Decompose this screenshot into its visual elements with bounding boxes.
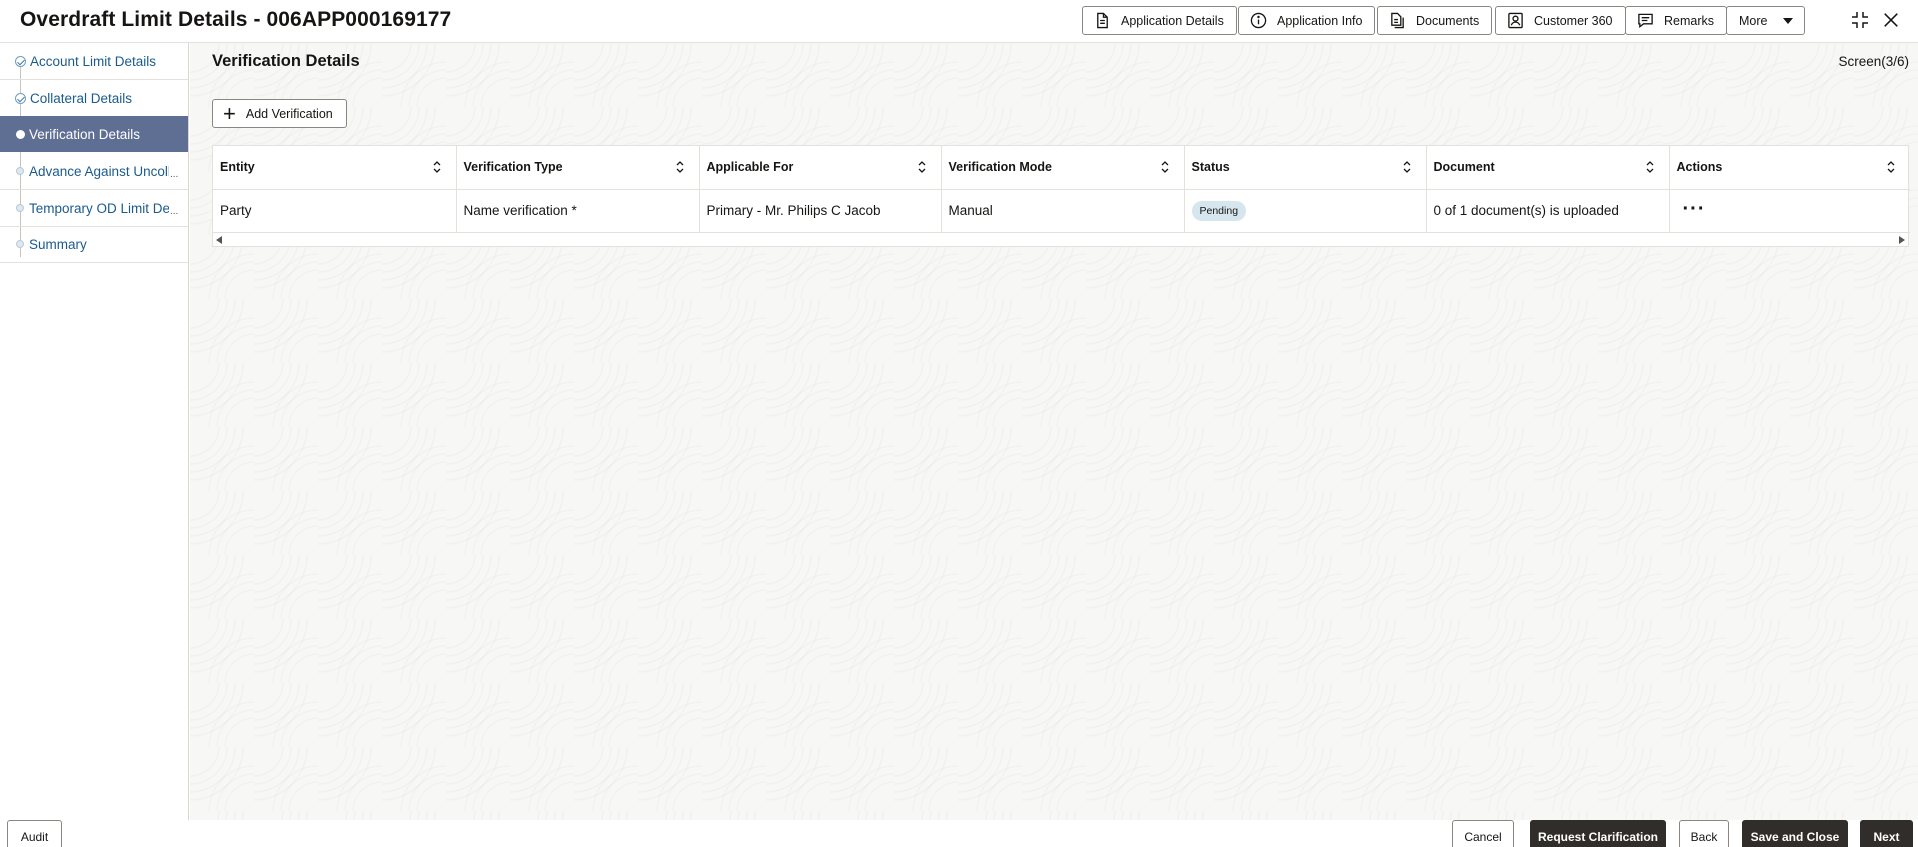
- more-dropdown[interactable]: More: [1726, 6, 1805, 35]
- sort-icon[interactable]: [1402, 160, 1412, 174]
- verification-table: Entity Verification Type Applicable For …: [212, 145, 1910, 247]
- page-header: Overdraft Limit Details - 006APP00016917…: [0, 0, 1918, 43]
- sidebar-item-summary[interactable]: Summary: [0, 226, 188, 262]
- sidebar-item-temporary-od-limit[interactable]: Temporary OD Limit De ...: [0, 190, 188, 226]
- back-button[interactable]: Back: [1679, 820, 1729, 847]
- column-header-verification-mode[interactable]: Verification Mode: [941, 146, 1185, 190]
- info-icon: [1249, 12, 1267, 30]
- sidebar-item-label: Advance Against Uncoll: [29, 163, 169, 179]
- sidebar-item-label: Summary: [29, 236, 87, 252]
- sort-icon[interactable]: [1645, 160, 1655, 174]
- scroll-right-icon[interactable]: [1899, 235, 1905, 244]
- column-header-entity[interactable]: Entity: [213, 146, 457, 190]
- sidebar-item-label: Temporary OD Limit De: [29, 200, 169, 216]
- column-header-actions[interactable]: Actions: [1669, 146, 1910, 190]
- main-content: Verification Details Screen(3/6) + Add V…: [190, 43, 1918, 820]
- horizontal-scrollbar[interactable]: [213, 232, 1908, 246]
- divider: [0, 262, 188, 263]
- page-title: Overdraft Limit Details - 006APP00016917…: [20, 8, 452, 31]
- sort-icon[interactable]: [1160, 160, 1170, 174]
- save-and-close-button[interactable]: Save and Close: [1742, 820, 1848, 847]
- application-details-button[interactable]: Application Details: [1082, 6, 1237, 35]
- documents-button[interactable]: Documents: [1377, 6, 1493, 35]
- truncation-ellipsis: ...: [170, 206, 179, 217]
- sort-icon[interactable]: [675, 160, 685, 174]
- sidebar-item-account-limit-details[interactable]: Account Limit Details: [0, 43, 188, 79]
- page-footer: Audit Cancel Request Clarification Back …: [0, 820, 1918, 847]
- sort-icon[interactable]: [917, 160, 927, 174]
- pending-step-icon: [16, 167, 24, 175]
- next-button[interactable]: Next: [1860, 820, 1913, 847]
- status-badge: Pending: [1191, 200, 1247, 221]
- sidebar-item-advance-against-uncollected[interactable]: Advance Against Uncoll ...: [0, 153, 188, 189]
- documents-icon: [1388, 12, 1406, 30]
- customer-360-label: Customer 360: [1534, 13, 1613, 28]
- sidebar-item-label: Collateral Details: [30, 90, 133, 106]
- caret-down-icon: [1783, 17, 1794, 24]
- truncation-ellipsis: ...: [170, 169, 179, 180]
- customer-360-button[interactable]: Customer 360: [1495, 6, 1626, 35]
- cell-actions: ···: [1669, 189, 1910, 233]
- table-row[interactable]: Party Name verification * Primary - Mr. …: [213, 189, 1910, 233]
- document-icon: [1093, 12, 1111, 30]
- plus-icon: +: [223, 100, 236, 126]
- current-step-icon: [16, 129, 25, 139]
- sidebar-item-verification-details[interactable]: Verification Details: [0, 116, 188, 152]
- column-header-status[interactable]: Status: [1184, 146, 1427, 190]
- pending-step-icon: [16, 240, 24, 248]
- column-header-document[interactable]: Document: [1426, 146, 1670, 190]
- application-info-button[interactable]: Application Info: [1238, 6, 1376, 35]
- cell-verification-type: Name verification *: [456, 189, 700, 233]
- sort-icon[interactable]: [432, 160, 442, 174]
- cancel-button[interactable]: Cancel: [1452, 820, 1514, 847]
- sidebar-item-collateral-details[interactable]: Collateral Details: [0, 80, 188, 116]
- pending-step-icon: [16, 204, 24, 212]
- sidebar-item-label: Account Limit Details: [30, 53, 157, 69]
- audit-button[interactable]: Audit: [7, 820, 62, 847]
- customer-icon: [1506, 12, 1524, 30]
- documents-label: Documents: [1416, 13, 1480, 28]
- cell-applicable-for: Primary - Mr. Philips C Jacob: [699, 189, 942, 233]
- comment-icon: [1636, 12, 1654, 30]
- application-info-label: Application Info: [1277, 13, 1363, 28]
- request-clarification-button[interactable]: Request Clarification: [1530, 820, 1666, 847]
- more-actions-icon[interactable]: ···: [1677, 198, 1706, 220]
- column-header-applicable-for[interactable]: Applicable For: [699, 146, 942, 190]
- application-details-label: Application Details: [1121, 13, 1224, 28]
- cell-entity: Party: [213, 189, 457, 233]
- table-header-row: Entity Verification Type Applicable For …: [213, 146, 1910, 190]
- sort-icon[interactable]: [1886, 160, 1896, 174]
- cell-document: 0 of 1 document(s) is uploaded: [1426, 189, 1670, 233]
- scroll-left-icon[interactable]: [216, 235, 222, 244]
- sidebar-item-label: Verification Details: [29, 126, 141, 142]
- more-label: More: [1739, 13, 1768, 28]
- train-stop-sidebar: Account Limit Details Collateral Details…: [0, 43, 189, 820]
- column-header-verification-type[interactable]: Verification Type: [456, 146, 700, 190]
- cell-verification-mode: Manual: [941, 189, 1185, 233]
- remarks-label: Remarks: [1664, 13, 1715, 28]
- check-circle-icon: [15, 55, 26, 67]
- screen-counter: Screen(3/6): [1838, 54, 1909, 69]
- section-title: Verification Details: [212, 52, 360, 70]
- check-circle-icon: [15, 92, 26, 104]
- add-verification-button[interactable]: + Add Verification: [212, 99, 347, 128]
- cell-status: Pending: [1184, 189, 1427, 233]
- remarks-button[interactable]: Remarks: [1625, 6, 1728, 35]
- close-icon[interactable]: [1880, 9, 1902, 31]
- add-verification-label: Add Verification: [245, 106, 333, 121]
- collapse-icon[interactable]: [1849, 9, 1871, 31]
